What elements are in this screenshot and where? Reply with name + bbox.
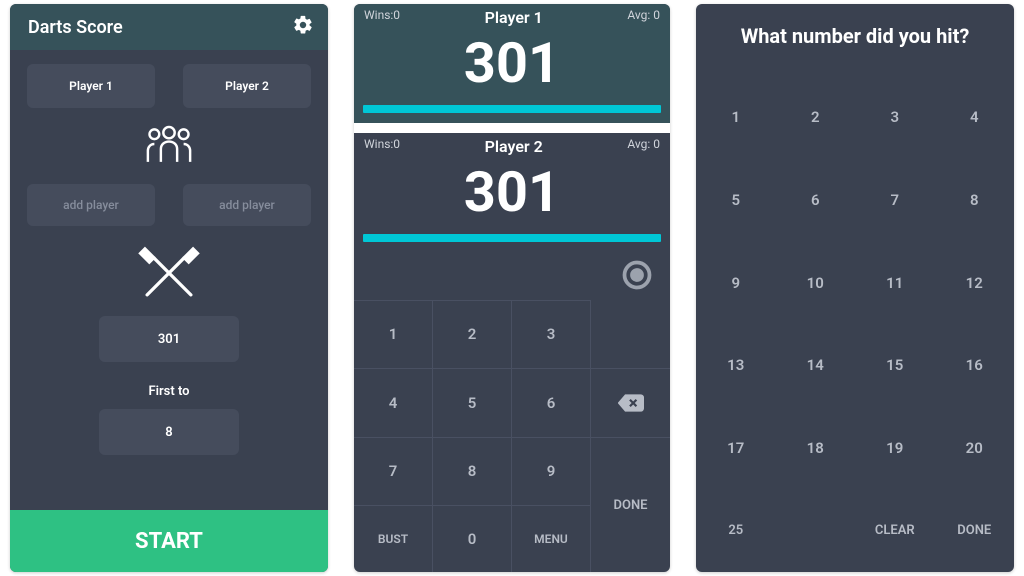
hit-3[interactable]: 3 — [855, 76, 935, 159]
player-1-score-block: Wins:0 Player 1 Avg: 0 301 — [354, 4, 670, 123]
score-entry-screen: Wins:0 Player 1 Avg: 0 301 Wins:0 Player… — [354, 4, 670, 572]
setup-body: Player 1 Player 2 add player add player … — [10, 50, 328, 510]
player-2-name: Player 2 — [485, 137, 543, 156]
gear-icon — [292, 14, 314, 36]
key-7[interactable]: 7 — [354, 437, 433, 505]
numeric-keypad: 1 2 3 4 5 6 7 8 9 DONE BUST 0 MENU — [354, 300, 670, 572]
hit-6[interactable]: 6 — [776, 159, 856, 242]
hit-12[interactable]: 12 — [935, 241, 1015, 324]
key-8[interactable]: 8 — [433, 437, 512, 505]
clear-button[interactable]: CLEAR — [855, 489, 935, 572]
target-button[interactable] — [622, 260, 652, 294]
key-3[interactable]: 3 — [512, 300, 591, 368]
player-1-name: Player 1 — [485, 8, 543, 27]
hit-20[interactable]: 20 — [935, 407, 1015, 490]
hit-4[interactable]: 4 — [935, 76, 1015, 159]
key-1[interactable]: 1 — [354, 300, 433, 368]
key-5[interactable]: 5 — [433, 368, 512, 438]
hit-15[interactable]: 15 — [855, 324, 935, 407]
player-2-bar — [363, 234, 660, 242]
people-icon — [143, 118, 195, 170]
add-player-button-1[interactable]: add player — [27, 184, 155, 226]
hit-25[interactable]: 25 — [696, 489, 776, 572]
number-grid: 1 2 3 4 5 6 7 8 9 10 11 12 13 14 15 16 1… — [696, 76, 1014, 572]
game-type-button[interactable]: 301 — [99, 316, 239, 362]
number-hit-title: What number did you hit? — [696, 24, 1014, 48]
add-player-button-2[interactable]: add player — [183, 184, 311, 226]
keypad-region: 1 2 3 4 5 6 7 8 9 DONE BUST 0 MENU — [354, 252, 670, 572]
app-header: Darts Score — [10, 4, 328, 50]
hit-9[interactable]: 9 — [696, 241, 776, 324]
number-hit-screen: What number did you hit? 1 2 3 4 5 6 7 8… — [696, 4, 1014, 572]
hit-2[interactable]: 2 — [776, 76, 856, 159]
hit-5[interactable]: 5 — [696, 159, 776, 242]
key-2[interactable]: 2 — [433, 300, 512, 368]
player-2-avg: Avg: 0 — [627, 137, 660, 156]
hit-11[interactable]: 11 — [855, 241, 935, 324]
start-button[interactable]: START — [10, 510, 328, 572]
hit-10[interactable]: 10 — [776, 241, 856, 324]
key-9[interactable]: 9 — [512, 437, 591, 505]
first-to-value-button[interactable]: 8 — [99, 409, 239, 455]
hit-18[interactable]: 18 — [776, 407, 856, 490]
app-title: Darts Score — [28, 17, 123, 38]
key-6[interactable]: 6 — [512, 368, 591, 438]
backspace-button[interactable] — [591, 368, 670, 438]
hit-8[interactable]: 8 — [935, 159, 1015, 242]
menu-button[interactable]: MENU — [512, 505, 591, 573]
hit-16[interactable]: 16 — [935, 324, 1015, 407]
player-1-button[interactable]: Player 1 — [27, 64, 155, 108]
grid-done-button[interactable]: DONE — [935, 489, 1015, 572]
hit-1[interactable]: 1 — [696, 76, 776, 159]
done-button[interactable]: DONE — [591, 437, 670, 572]
hit-14[interactable]: 14 — [776, 324, 856, 407]
player-2-score-block: Wins:0 Player 2 Avg: 0 301 — [354, 133, 670, 252]
first-to-label: First to — [148, 384, 189, 399]
key-0[interactable]: 0 — [433, 505, 512, 573]
hit-17[interactable]: 17 — [696, 407, 776, 490]
darts-icon — [134, 238, 204, 308]
player-2-button[interactable]: Player 2 — [183, 64, 311, 108]
player-1-bar — [363, 105, 660, 113]
player-2-wins: Wins:0 — [364, 137, 400, 156]
player-1-avg: Avg: 0 — [627, 8, 660, 27]
backspace-icon — [618, 393, 644, 413]
target-icon — [622, 260, 652, 290]
hit-7[interactable]: 7 — [855, 159, 935, 242]
setup-screen: Darts Score Player 1 Player 2 add player… — [10, 4, 328, 572]
hit-19[interactable]: 19 — [855, 407, 935, 490]
bust-button[interactable]: BUST — [354, 505, 433, 573]
player-1-wins: Wins:0 — [364, 8, 400, 27]
settings-button[interactable] — [292, 14, 314, 40]
hit-13[interactable]: 13 — [696, 324, 776, 407]
player-2-score: 301 — [464, 164, 560, 220]
key-4[interactable]: 4 — [354, 368, 433, 438]
player-1-score: 301 — [464, 35, 560, 91]
